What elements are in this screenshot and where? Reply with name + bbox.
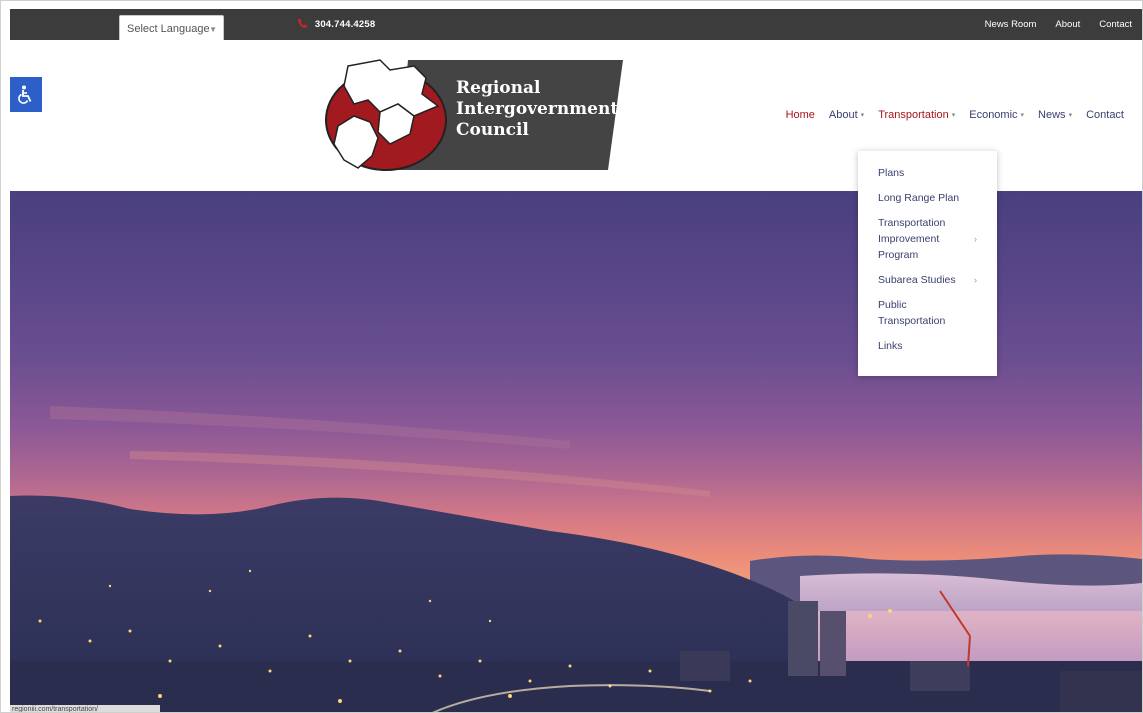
logo-line-2: Intergovernmental (456, 99, 636, 119)
nav-transportation-label: Transportation (878, 109, 949, 121)
nav-contact-label: Contact (1086, 109, 1124, 121)
dropdown-item-subarea-studies[interactable]: Subarea Studies › (858, 272, 997, 288)
transportation-dropdown: Plans Long Range Plan Transportation Imp… (858, 151, 997, 376)
chevron-right-icon: › (974, 275, 977, 285)
nav-news[interactable]: News ▾ (1038, 109, 1072, 121)
dropdown-item-label: Public Transportation (878, 299, 946, 327)
chevron-down-icon: ▾ (951, 112, 956, 119)
phone-text: 304.744.4258 (314, 19, 376, 30)
logo-text[interactable]: Regional Intergovernmental Council (456, 78, 636, 141)
chevron-down-icon: ▾ (1068, 112, 1073, 119)
phone-icon (297, 18, 308, 29)
accessibility-button[interactable] (10, 77, 42, 112)
nav-about[interactable]: About ▾ (829, 109, 864, 121)
language-select[interactable]: Select Language ▼ (119, 15, 224, 43)
dropdown-item-label: Long Range Plan (878, 192, 960, 204)
dropdown-item-tip[interactable]: Transportation Improvement Program › (858, 215, 997, 263)
nav-contact[interactable]: Contact (1086, 109, 1124, 121)
phone-number[interactable]: 304.744.4258 (297, 18, 375, 30)
dropdown-item-label: Plans (878, 167, 905, 179)
language-select-label: Select Language (127, 23, 210, 35)
nav-home[interactable]: Home (786, 109, 815, 121)
dropdown-item-long-range-plan[interactable]: Long Range Plan (858, 190, 997, 206)
logo-line-1: Regional (456, 78, 541, 98)
status-url: regioniii.com/transportation/ (10, 705, 160, 712)
dropdown-item-label: Subarea Studies (878, 274, 956, 286)
nav-economic-label: Economic (969, 109, 1018, 121)
top-links: News Room About Contact (985, 19, 1132, 30)
main-navigation: Home About ▾ Transportation ▾ Economic ▾ Ne… (786, 109, 1124, 121)
chevron-right-icon: › (974, 234, 977, 244)
nav-economic[interactable]: Economic ▾ (969, 109, 1024, 121)
dropdown-item-label: Transportation Improvement Program (878, 217, 946, 261)
page-margin (1, 1, 10, 712)
top-bar: Select Language ▼ 304.744.4258 News Room… (10, 9, 1142, 43)
chevron-down-icon: ▾ (860, 112, 865, 119)
browser-frame: Select Language ▼ 304.744.4258 News Room… (0, 0, 1143, 713)
dropdown-item-links[interactable]: Links (858, 338, 997, 354)
nav-news-label: News (1038, 109, 1066, 121)
top-link-contact[interactable]: Contact (1099, 19, 1132, 30)
nav-home-label: Home (785, 109, 815, 121)
top-link-news-room[interactable]: News Room (985, 19, 1037, 30)
wheelchair-icon (18, 85, 32, 104)
dropdown-item-label: Links (878, 340, 903, 352)
dropdown-item-plans[interactable]: Plans (858, 165, 997, 181)
nav-about-label: About (828, 109, 858, 121)
logo-line-3: Council (456, 120, 529, 140)
dropdown-item-public-transportation[interactable]: Public Transportation (858, 297, 997, 329)
chevron-down-icon: ▾ (1020, 112, 1025, 119)
chevron-down-icon: ▼ (209, 25, 217, 34)
nav-transportation[interactable]: Transportation ▾ (878, 109, 955, 121)
top-link-about[interactable]: About (1055, 19, 1080, 30)
